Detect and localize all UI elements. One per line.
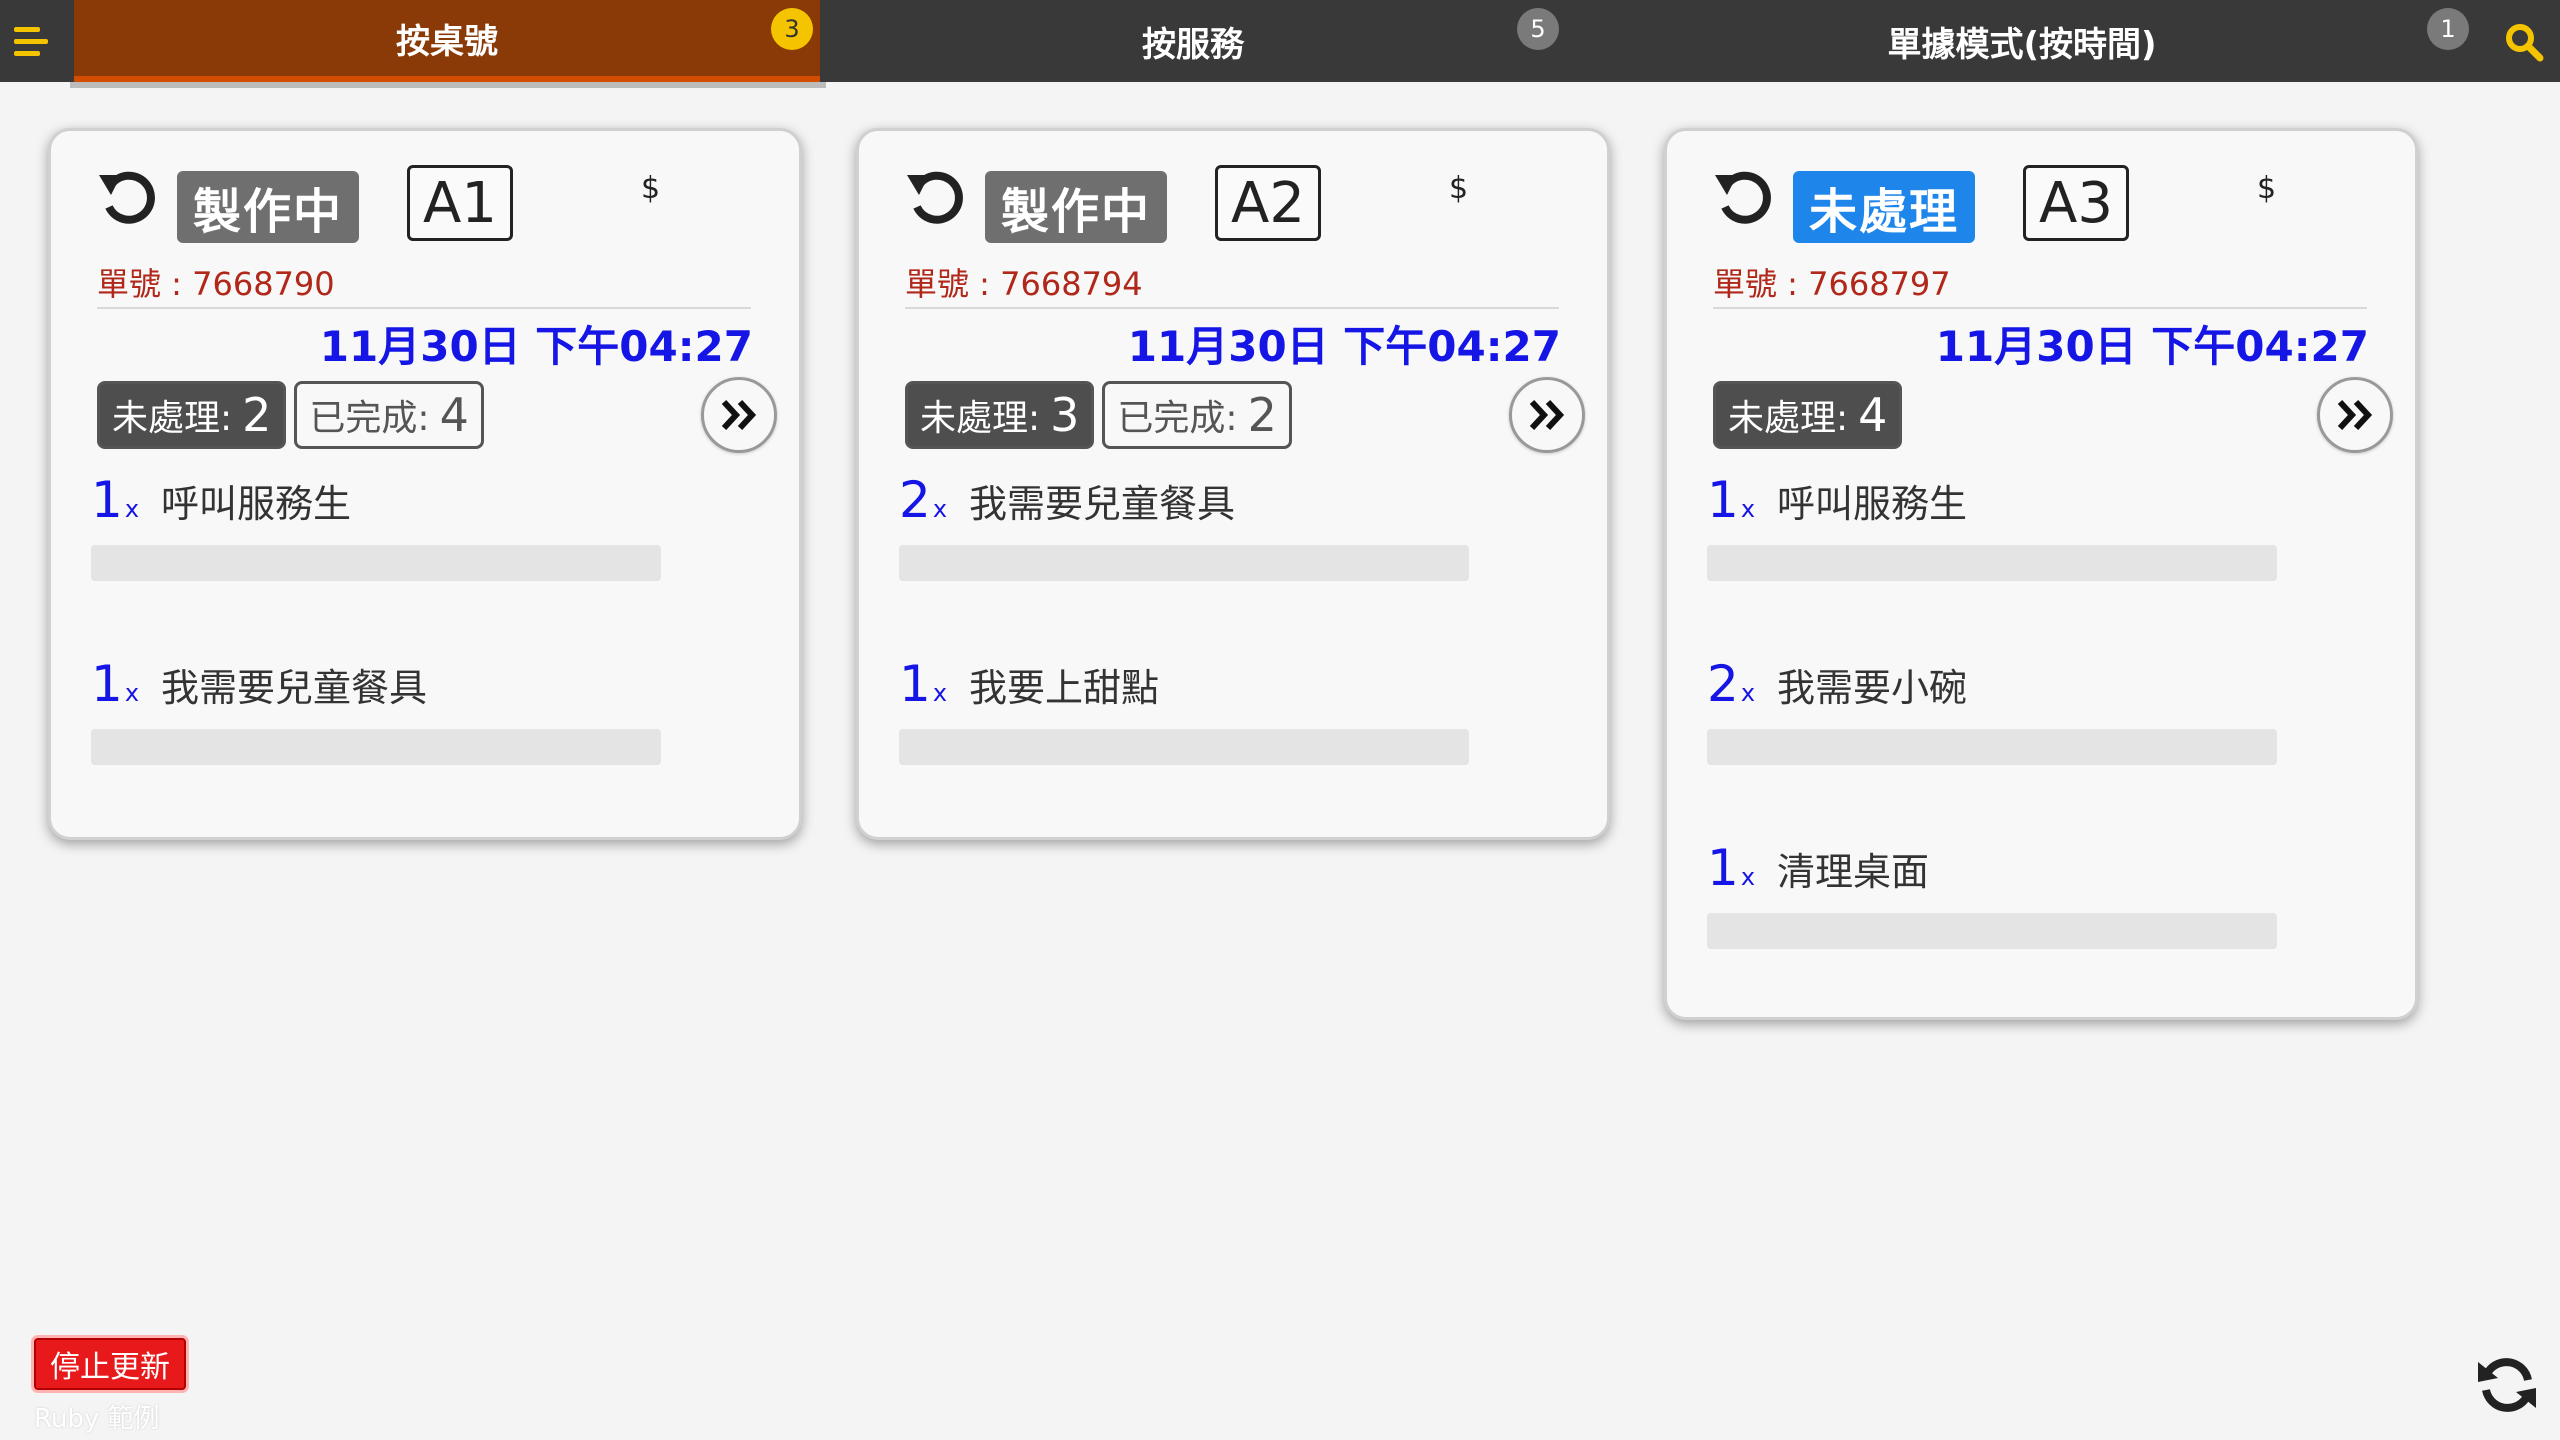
- top-nav-bar: 按桌號 3 按服務 5 單據模式(按時間) 1: [0, 0, 2560, 82]
- tab-label: 單據模式(按時間): [1887, 24, 2157, 65]
- double-chevron-right-icon: [2337, 399, 2373, 431]
- list-item[interactable]: 1x 清理桌面: [1707, 839, 2347, 949]
- item-quantity: 1: [91, 471, 123, 529]
- hamburger-icon[interactable]: [14, 20, 60, 62]
- done-count: 4: [439, 388, 469, 442]
- quantity-multiplier: x: [124, 495, 140, 523]
- order-card: 製作中 A2 $ 單號 : 7668794 11月30日 下午04:27 未處理…: [856, 128, 1610, 840]
- next-button[interactable]: [2317, 377, 2393, 453]
- table-number: A1: [407, 165, 513, 241]
- order-number: 單號 : 7668790: [97, 265, 335, 303]
- undo-icon[interactable]: [95, 165, 159, 229]
- pending-count: 4: [1858, 388, 1888, 442]
- item-quantity: 1: [1707, 471, 1739, 529]
- search-icon[interactable]: [2502, 20, 2546, 64]
- undo-icon[interactable]: [903, 165, 967, 229]
- list-item[interactable]: 1x 呼叫服務生: [1707, 471, 2347, 581]
- refresh-icon[interactable]: [2474, 1352, 2540, 1418]
- item-name: 呼叫服務生: [161, 482, 352, 526]
- pending-count-badge[interactable]: 未處理: 4: [1713, 381, 1903, 449]
- divider: [905, 307, 1559, 309]
- tab-label: 按服務: [1142, 24, 1244, 65]
- item-quantity: 2: [1707, 655, 1739, 713]
- item-name: 我要上甜點: [969, 666, 1160, 710]
- item-progress-bar: [1707, 729, 2277, 765]
- table-number: A3: [2023, 165, 2129, 241]
- quantity-multiplier: x: [1740, 679, 1756, 707]
- quantity-multiplier: x: [932, 495, 948, 523]
- order-card: 製作中 A1 $ 單號 : 7668790 11月30日 下午04:27 未處理…: [48, 128, 802, 840]
- item-progress-bar: [1707, 545, 2277, 581]
- order-number: 單號 : 7668794: [905, 265, 1143, 303]
- quantity-multiplier: x: [1740, 863, 1756, 891]
- done-label: 已完成:: [1117, 398, 1238, 439]
- price-label: $: [641, 171, 661, 206]
- status-badge[interactable]: 未處理: [1793, 171, 1975, 243]
- order-number: 單號 : 7668797: [1713, 265, 1951, 303]
- tab-count-badge: 1: [2427, 8, 2469, 50]
- status-badge[interactable]: 製作中: [177, 171, 359, 243]
- quantity-multiplier: x: [932, 679, 948, 707]
- status-badge[interactable]: 製作中: [985, 171, 1167, 243]
- quantity-multiplier: x: [124, 679, 140, 707]
- item-name: 我需要兒童餐具: [161, 666, 428, 710]
- item-name: 我需要兒童餐具: [969, 482, 1236, 526]
- pending-count: 3: [1050, 388, 1080, 442]
- list-item[interactable]: 1x 呼叫服務生: [91, 471, 731, 581]
- item-name: 我需要小碗: [1777, 666, 1968, 710]
- pending-label: 未處理:: [1728, 398, 1849, 439]
- list-item[interactable]: 2x 我需要兒童餐具: [899, 471, 1539, 581]
- item-name: 呼叫服務生: [1777, 482, 1968, 526]
- item-progress-bar: [899, 545, 1469, 581]
- item-quantity: 1: [1707, 839, 1739, 897]
- done-count-badge[interactable]: 已完成: 2: [1102, 381, 1292, 449]
- item-progress-bar: [899, 729, 1469, 765]
- pending-count-badge[interactable]: 未處理: 2: [97, 381, 287, 449]
- tab-by-service[interactable]: 按服務: [820, 0, 1566, 82]
- price-label: $: [2257, 171, 2277, 206]
- list-item[interactable]: 1x 我需要兒童餐具: [91, 655, 731, 765]
- order-datetime: 11月30日 下午04:27: [1935, 322, 2369, 371]
- pending-label: 未處理:: [920, 398, 1041, 439]
- item-progress-bar: [1707, 913, 2277, 949]
- stop-update-button[interactable]: 停止更新: [34, 1338, 186, 1390]
- item-progress-bar: [91, 545, 661, 581]
- tab-by-table[interactable]: 按桌號: [74, 0, 820, 82]
- divider: [97, 307, 751, 309]
- price-label: $: [1449, 171, 1469, 206]
- done-count-badge[interactable]: 已完成: 4: [294, 381, 484, 449]
- tab-receipt-mode[interactable]: 單據模式(按時間): [1566, 0, 2478, 82]
- tab-count-badge: 3: [771, 8, 813, 50]
- undo-icon[interactable]: [1711, 165, 1775, 229]
- done-count: 2: [1247, 388, 1277, 442]
- next-button[interactable]: [701, 377, 777, 453]
- double-chevron-right-icon: [721, 399, 757, 431]
- next-button[interactable]: [1509, 377, 1585, 453]
- order-datetime: 11月30日 下午04:27: [319, 322, 753, 371]
- tab-label: 按桌號: [396, 21, 498, 62]
- pending-label: 未處理:: [112, 398, 233, 439]
- item-name: 清理桌面: [1777, 850, 1930, 894]
- active-tab-underline: [70, 82, 826, 88]
- order-card: 未處理 A3 $ 單號 : 7668797 11月30日 下午04:27 未處理…: [1664, 128, 2418, 1020]
- item-progress-bar: [91, 729, 661, 765]
- item-quantity: 2: [899, 471, 931, 529]
- item-quantity: 1: [899, 655, 931, 713]
- order-datetime: 11月30日 下午04:27: [1127, 322, 1561, 371]
- tab-count-badge: 5: [1517, 8, 1559, 50]
- done-label: 已完成:: [309, 398, 430, 439]
- list-item[interactable]: 2x 我需要小碗: [1707, 655, 2347, 765]
- item-quantity: 1: [91, 655, 123, 713]
- list-item[interactable]: 1x 我要上甜點: [899, 655, 1539, 765]
- table-number: A2: [1215, 165, 1321, 241]
- double-chevron-right-icon: [1529, 399, 1565, 431]
- footer-caption: Ruby 範例: [34, 1404, 160, 1434]
- pending-count: 2: [242, 388, 272, 442]
- quantity-multiplier: x: [1740, 495, 1756, 523]
- divider: [1713, 307, 2367, 309]
- pending-count-badge[interactable]: 未處理: 3: [905, 381, 1095, 449]
